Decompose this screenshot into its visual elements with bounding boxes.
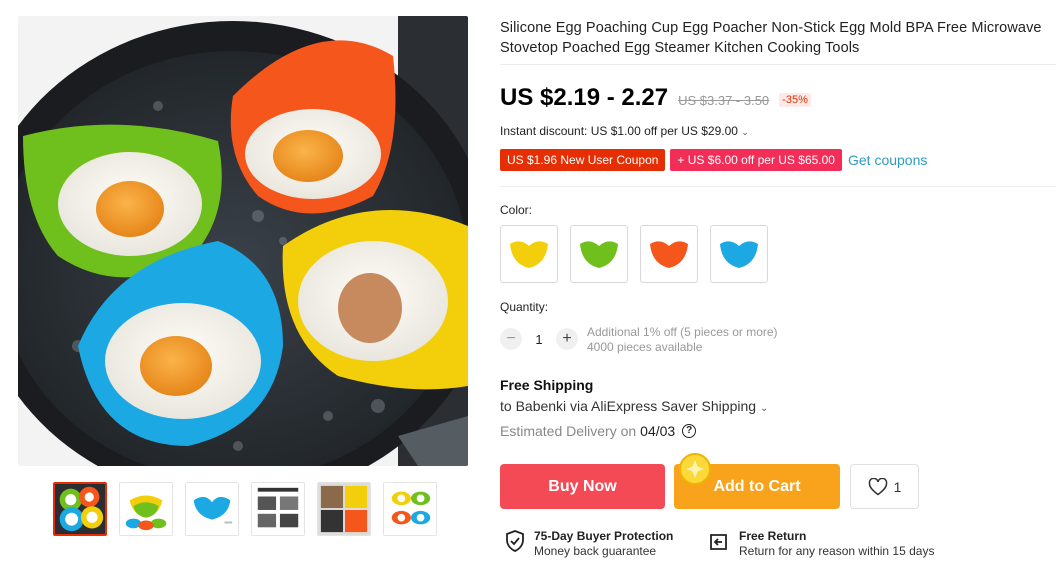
- quantity-minus-button[interactable]: −: [500, 328, 522, 350]
- thumbnail-6[interactable]: [383, 482, 437, 536]
- thumbnail-1[interactable]: [53, 482, 107, 536]
- original-price: US $3.37 - 3.50: [678, 93, 770, 108]
- wishlist-button[interactable]: 1: [850, 464, 919, 509]
- estimated-delivery: Estimated Delivery on 04/03 ?: [500, 423, 697, 439]
- egg-cup-icon: [580, 241, 618, 268]
- shipping-method-text: to Babenki via AliExpress Saver Shipping: [500, 398, 757, 414]
- shipping-method[interactable]: to Babenki via AliExpress Saver Shipping…: [500, 398, 768, 414]
- store-coupon[interactable]: + US $6.00 off per US $65.00: [670, 149, 842, 171]
- divider: [500, 186, 1056, 187]
- buyer-protection: 75-Day Buyer Protection Money back guara…: [504, 529, 673, 559]
- instant-discount-text: Instant discount: US $1.00 off per US $2…: [500, 124, 738, 138]
- new-user-coupon[interactable]: US $1.96 New User Coupon: [500, 149, 666, 171]
- price-row: US $2.19 - 2.27 US $3.37 - 3.50 -35%: [500, 84, 811, 112]
- shield-check-icon: [506, 530, 524, 552]
- chevron-down-icon: ⌄: [759, 403, 769, 414]
- coupon-row: US $1.96 New User Coupon + US $6.00 off …: [500, 149, 927, 171]
- current-price: US $2.19 - 2.27: [500, 84, 669, 111]
- wishlist-count: 1: [893, 478, 902, 495]
- quantity-input[interactable]: 1: [522, 332, 556, 347]
- color-swatch-blue[interactable]: [710, 225, 768, 283]
- buy-now-button[interactable]: Buy Now: [500, 464, 665, 509]
- color-label: Color:: [500, 203, 533, 217]
- thumbnail-5[interactable]: [317, 482, 371, 536]
- thumbnail-2[interactable]: [119, 482, 173, 536]
- egg-cup-icon: [720, 241, 758, 268]
- egg-cup-icon: [510, 241, 548, 268]
- egg-cup-icon: [650, 241, 688, 268]
- free-return-title: Free Return: [739, 529, 807, 543]
- bulk-discount-note: Additional 1% off (5 pieces or more): [587, 325, 778, 339]
- add-to-cart-label: Add to Cart: [713, 478, 801, 495]
- color-swatch-yellow[interactable]: [500, 225, 558, 283]
- thumbnail-3[interactable]: [185, 482, 239, 536]
- get-coupons-link[interactable]: Get coupons: [848, 152, 927, 168]
- free-return-subtitle: Return for any reason within 15 days: [739, 544, 935, 558]
- discount-badge: -35%: [779, 93, 811, 107]
- buyer-protection-title: 75-Day Buyer Protection: [534, 529, 674, 543]
- delivery-date: 04/03: [640, 423, 676, 439]
- delivery-label: Estimated Delivery on: [500, 423, 637, 439]
- color-swatch-orange[interactable]: [640, 225, 698, 283]
- heart-icon: [868, 477, 887, 495]
- color-swatch-green[interactable]: [570, 225, 628, 283]
- quantity-label: Quantity:: [500, 300, 549, 314]
- coin-icon: [679, 453, 711, 485]
- add-to-cart-button[interactable]: Add to Cart: [674, 453, 840, 509]
- shipping-title: Free Shipping: [500, 377, 594, 393]
- thumbnail-4[interactable]: [251, 482, 305, 536]
- chevron-down-icon: ⌄: [741, 127, 749, 137]
- product-title: Silicone Egg Poaching Cup Egg Poacher No…: [500, 20, 1042, 56]
- help-icon[interactable]: ?: [682, 424, 697, 438]
- divider: [500, 64, 1056, 65]
- color-swatches: [500, 225, 768, 283]
- main-product-image[interactable]: [18, 16, 468, 466]
- free-return: Free Return Return for any reason within…: [707, 529, 934, 559]
- return-icon: [710, 534, 727, 550]
- instant-discount[interactable]: Instant discount: US $1.00 off per US $2…: [500, 124, 749, 138]
- quantity-plus-button[interactable]: +: [556, 328, 578, 350]
- quantity-stepper: − 1 +: [500, 328, 578, 350]
- thumbnail-strip: [53, 482, 437, 536]
- buyer-protection-subtitle: Money back guarantee: [534, 544, 657, 558]
- quantity-note: Additional 1% off (5 pieces or more) 400…: [587, 325, 778, 355]
- stock-available: 4000 pieces available: [587, 340, 703, 354]
